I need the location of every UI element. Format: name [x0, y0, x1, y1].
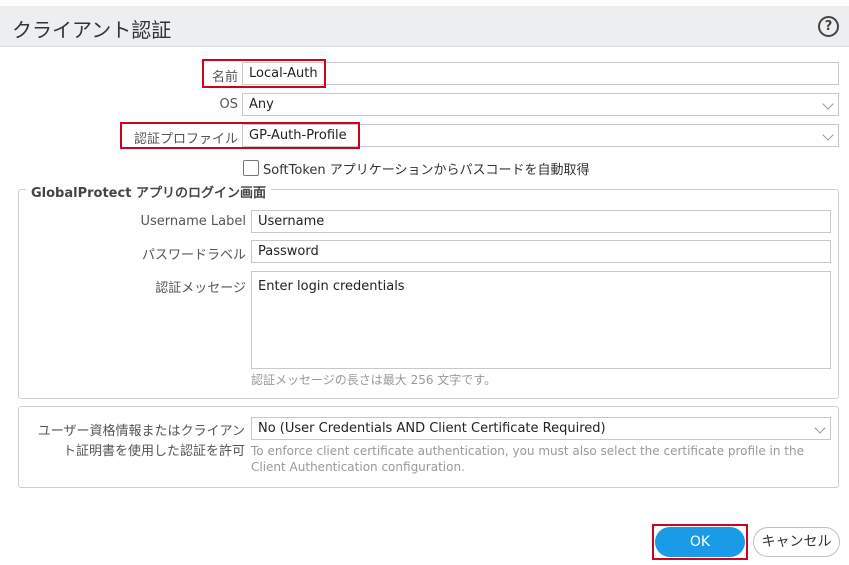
ok-highlight	[652, 524, 748, 560]
os-select[interactable]: Any	[242, 93, 839, 116]
auth-message-hint: 認証メッセージの長さは最大 256 文字です。	[251, 373, 497, 387]
cert-auth-select-value: No (User Credentials AND Client Certific…	[258, 421, 606, 436]
auth-message-label: 認証メッセージ	[155, 281, 246, 296]
password-label-input[interactable]: Password	[251, 240, 831, 263]
softtoken-checkbox[interactable]	[243, 160, 259, 176]
chevron-down-icon	[814, 422, 826, 434]
cert-auth-label-line2: ト証明書を使用した認証を許可	[62, 444, 245, 459]
os-select-value: Any	[249, 97, 274, 112]
cert-auth-select[interactable]: No (User Credentials AND Client Certific…	[251, 417, 831, 440]
chevron-down-icon	[822, 98, 834, 110]
name-highlight	[202, 59, 326, 88]
help-icon[interactable]: ?	[818, 16, 839, 37]
auth-profile-highlight	[120, 122, 360, 149]
dialog-titlebar: クライアント認証 ?	[0, 6, 849, 47]
cert-auth-hint-line2: Client Authentication configuration.	[251, 460, 465, 474]
name-input[interactable]: Local-Auth	[242, 62, 839, 85]
softtoken-label: SoftToken アプリケーションからパスコードを自動取得	[263, 163, 590, 178]
dialog-title: クライアント認証	[12, 18, 172, 42]
cancel-button[interactable]: キャンセル	[753, 527, 840, 557]
password-label-label: パスワードラベル	[141, 248, 246, 263]
username-label-label: Username Label	[140, 214, 246, 229]
username-label-input[interactable]: Username	[251, 210, 831, 233]
auth-message-textarea[interactable]: Enter login credentials	[251, 271, 831, 369]
chevron-down-icon	[822, 129, 834, 141]
os-label: OS	[219, 97, 238, 112]
cert-auth-hint-line1: To enforce client certificate authentica…	[251, 444, 805, 458]
cert-auth-label-line1: ユーザー資格情報またはクライアン	[37, 424, 245, 439]
login-screen-legend: GlobalProtect アプリのログイン画面	[26, 182, 271, 201]
